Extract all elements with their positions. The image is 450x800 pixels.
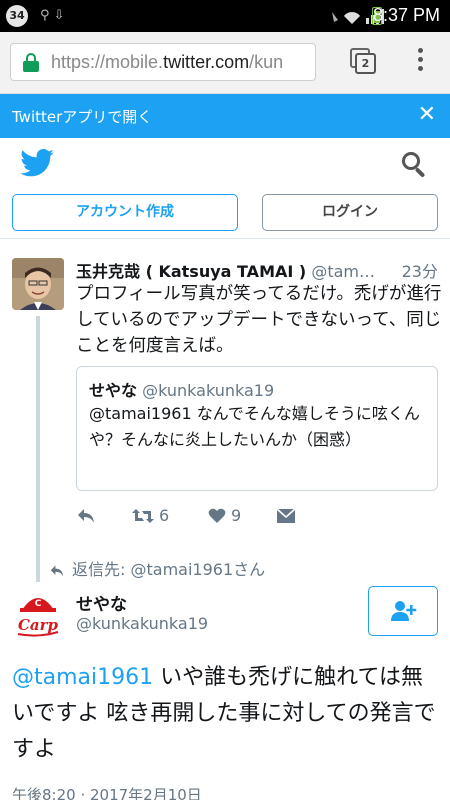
status-bar: 34 ⚲ ⇩ 8:37 PM	[0, 0, 450, 32]
reply-icon	[50, 565, 64, 576]
author-name[interactable]: せやな	[76, 590, 127, 615]
quoted-tweet-header: せやな @kunkakunka19	[89, 377, 274, 401]
open-in-app-label[interactable]: Twitterアプリで開く	[12, 106, 152, 127]
divider	[0, 238, 450, 239]
tab-count: 2	[355, 53, 376, 74]
reply-button[interactable]	[76, 505, 96, 525]
login-button[interactable]: ログイン	[262, 194, 438, 231]
reply-to-label: 返信先:	[72, 560, 126, 579]
heart-icon	[208, 508, 226, 523]
direct-message-button[interactable]	[276, 505, 296, 524]
overflow-menu-icon[interactable]	[410, 48, 430, 78]
author-handle[interactable]: @kunkakunka19	[76, 614, 208, 633]
reply-icon	[78, 508, 94, 523]
avatar[interactable]: C Carp	[12, 588, 64, 640]
retweet-count: 6	[159, 506, 170, 525]
lock-icon	[23, 53, 39, 72]
reply-to-handle[interactable]: @tamai1961さん	[131, 560, 266, 579]
quoted-tweet-text: @tamai1961 なんでそんな嬉しそうに呟くんや？そんなに炎上したいんか（困…	[89, 404, 420, 449]
reply-to-context[interactable]: 返信先: @tamai1961さん	[48, 556, 265, 580]
tweet-timestamp[interactable]: 午後8:20 · 2017年2月10日	[12, 784, 202, 800]
follow-button[interactable]	[368, 586, 438, 636]
like-button[interactable]: 9	[208, 505, 241, 525]
status-time: 8:37 PM	[372, 5, 440, 25]
tabs-button[interactable]: 2	[350, 48, 376, 74]
url-text[interactable]: https://mobile.twitter.com/kun	[51, 52, 283, 73]
open-in-app-banner[interactable]: Twitterアプリで開く ✕	[0, 94, 450, 138]
tweet-actions: 6 9	[76, 505, 438, 529]
url-bar[interactable]: https://mobile.twitter.com/kun	[10, 43, 316, 81]
like-count: 9	[231, 506, 242, 525]
close-icon[interactable]: ✕	[418, 102, 436, 127]
avatar[interactable]	[12, 258, 64, 310]
retweet-icon	[132, 508, 154, 523]
browser-toolbar: https://mobile.twitter.com/kun 2	[0, 32, 450, 94]
follow-user-icon	[391, 601, 417, 621]
tweet-text: プロフィール写真が笑ってるだけ。禿げが進行しているのでアップデートできないって、…	[76, 284, 442, 356]
retweet-button[interactable]: 6	[132, 505, 169, 525]
twitter-bird-icon[interactable]	[20, 149, 54, 177]
thread-line	[36, 316, 40, 582]
carp-logo: C Carp	[12, 588, 64, 640]
tweet-time[interactable]: 23分	[402, 258, 438, 282]
notification-badge: 34	[6, 5, 28, 27]
usb-icon: ⚲ ⇩	[40, 8, 65, 23]
tweet-text: @tamai1961 いや誰も禿げに触れては無いですよ 呟き再開した事に対しての…	[12, 660, 442, 768]
author-name[interactable]: 玉井克哉 ( Katsuya TAMAI )	[76, 262, 306, 281]
quoted-author-handle: @kunkakunka19	[142, 381, 275, 400]
envelope-icon	[276, 507, 296, 523]
svg-text:Carp: Carp	[18, 616, 59, 634]
auth-buttons: アカウント作成 ログイン	[0, 194, 450, 234]
author-handle[interactable]: @tam…	[311, 262, 375, 281]
search-icon[interactable]	[402, 152, 428, 178]
tweet-header[interactable]: 玉井克哉 ( Katsuya TAMAI ) @tam… 23分	[76, 258, 442, 282]
quoted-tweet[interactable]: せやな @kunkakunka19 @tamai1961 なんでそんな嬉しそうに…	[76, 366, 438, 491]
quoted-author-name: せやな	[89, 381, 138, 400]
mention-link[interactable]: @tamai1961	[12, 665, 153, 690]
profile-photo	[12, 258, 64, 310]
twitter-header	[0, 138, 450, 190]
svg-text:C: C	[35, 599, 42, 609]
signup-button[interactable]: アカウント作成	[12, 194, 238, 231]
